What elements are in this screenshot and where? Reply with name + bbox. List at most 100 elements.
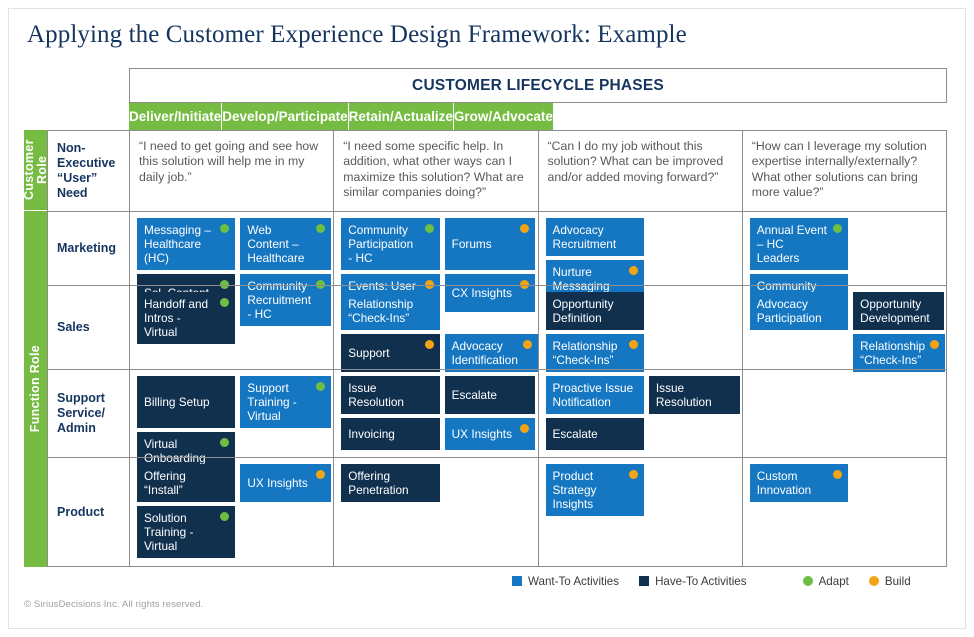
activity-cell: Offering “Install” UX Insights Solution Tr… [130, 458, 335, 566]
activity-chip[interactable]: UX Insights [444, 418, 536, 450]
adapt-dot-icon [424, 224, 434, 233]
adapt-dot-icon [220, 298, 230, 307]
legend-item-label: Have-To Activities [655, 574, 747, 588]
activity-chip[interactable]: Advocacy Identification [444, 334, 538, 372]
adapt-dot-icon [833, 224, 843, 233]
chip-row: Relationship “Check-Ins” [545, 334, 735, 372]
activity-chip-label: Issue Resolution [348, 381, 404, 409]
activity-chip-label: Offering Penetration [348, 469, 409, 497]
chip-stack: Opportunity Definition Relationship “Chec… [545, 292, 735, 372]
activity-chip[interactable]: Offering “Install” [137, 464, 236, 502]
row-label: Marketing [48, 212, 130, 285]
activity-chip[interactable]: Product Strategy Insights [545, 464, 644, 516]
activity-chip[interactable]: Support [341, 334, 440, 372]
activity-chip[interactable]: Annual Event – HC Leaders [749, 218, 849, 270]
build-dot-icon [520, 424, 530, 433]
activity-chip[interactable]: Solution Training - Virtual [137, 506, 236, 558]
build-dot-icon [522, 340, 532, 349]
activity-chip[interactable]: Proactive Issue Notification [545, 376, 644, 414]
activity-cell: Advocacy Participation Opportunity Develo… [743, 286, 947, 372]
activity-cell: Issue Resolution Escalate Invoicing UX Insi… [334, 370, 539, 457]
phase-header-label: Develop/Participate [222, 109, 348, 124]
activity-chip[interactable]: Issue Resolution [341, 376, 440, 414]
activity-cell: Offering Penetration [334, 458, 539, 566]
legend-item-label: Adapt [818, 574, 849, 588]
activity-chip-label: Relationship “Check-Ins” [348, 297, 414, 325]
chip-row: Relationship “Check-Ins” [341, 292, 530, 330]
chip-stack: Handoff and Intros - Virtual [137, 292, 326, 364]
customer-need-cell: “Can I do my job without this solution? … [539, 131, 743, 211]
matrix-row: Non-Executive “User” Need “I need to get … [47, 130, 947, 211]
activity-chip[interactable]: Billing Setup [137, 376, 236, 428]
adapt-dot-icon [220, 438, 230, 447]
phase-header-4: Grow/Advocate [453, 103, 553, 130]
activity-chip[interactable]: Invoicing [341, 418, 440, 450]
want-swatch-icon [512, 576, 522, 586]
activity-chip-label: Escalate [552, 427, 598, 441]
phase-header-row: Deliver/Initiate Develop/Participate Retai… [129, 103, 947, 130]
chip-stack [750, 376, 939, 452]
build-swatch-icon [868, 576, 879, 586]
activity-chip-label: Relationship “Check-Ins” [552, 339, 618, 367]
activity-cell: Advocacy Recruitment Nurture Messaging [539, 212, 743, 298]
activity-chip-label: Advocacy Identification [451, 339, 518, 367]
chip-row: Offering Penetration [341, 464, 530, 502]
build-dot-icon [833, 470, 843, 479]
activity-chip-label: UX Insights [247, 476, 308, 490]
activity-chip-label: Relationship “Check-Ins” [860, 339, 926, 367]
activity-chip-label: Handoff and Intros - Virtual [144, 297, 209, 339]
activity-chip[interactable]: UX Insights [240, 464, 332, 502]
activity-chip[interactable]: Forums [444, 218, 536, 270]
activity-chip[interactable]: Messaging – Healthcare (HC) [137, 218, 236, 270]
chip-stack: Offering Penetration [341, 464, 530, 561]
activity-chip[interactable]: Escalate [545, 418, 644, 450]
activity-chip[interactable]: Support Training - Virtual [240, 376, 332, 428]
matrix-row: Sales Handoff and Intros - Virtual Relatio… [47, 285, 947, 372]
role-bar-customer: Customer Role [22, 130, 49, 210]
activity-cell: Community Participation - HC Forums Events… [334, 212, 539, 312]
activity-chip[interactable]: Issue Resolution [648, 376, 740, 414]
activity-chip[interactable]: Opportunity Definition [545, 292, 644, 330]
have-swatch-icon [639, 576, 650, 586]
chip-stack: Billing Setup Support Training - Virtual V… [137, 376, 332, 470]
activity-chip[interactable]: Advocacy Recruitment [545, 218, 644, 256]
chip-row: Invoicing UX Insights [341, 418, 536, 450]
activity-chip[interactable]: Relationship “Check-Ins” [853, 334, 946, 372]
phase-header-label: Retain/Actualize [348, 109, 453, 124]
chip-row: Product Strategy Insights [545, 464, 735, 516]
chip-row: Messaging – Healthcare (HC) Web Content –… [137, 218, 332, 270]
legend-item-have: Have-To Activities [639, 575, 747, 588]
matrix-row: Support Service/ Admin Billing Setup Suppo… [47, 369, 947, 470]
activity-cell: Proactive Issue Notification Issue Resolu… [539, 370, 743, 457]
activity-chip[interactable]: Opportunity Development [853, 292, 944, 330]
lifecycle-banner: CUSTOMER LIFECYCLE PHASES [129, 68, 947, 103]
chip-row: Proactive Issue Notification Issue Resolu… [545, 376, 740, 414]
activity-cell: Annual Event – HC LeadersCommunity Moder… [743, 212, 947, 312]
chip-stack: Advocacy Participation Opportunity Develo… [749, 292, 946, 372]
activity-chip-label: Offering “Install” [144, 469, 186, 497]
chip-stack: Custom Innovation [749, 464, 939, 561]
activity-chip[interactable]: Web Content – Healthcare [240, 218, 332, 270]
build-dot-icon [628, 470, 638, 479]
activity-chip-label: Forums [451, 237, 492, 251]
chip-row: Custom Innovation [749, 464, 939, 502]
activity-chip[interactable]: Advocacy Participation [749, 292, 849, 330]
activity-chip-label: Escalate [451, 388, 497, 402]
activity-chip-label: Messaging – Healthcare (HC) [144, 223, 211, 265]
activity-chip[interactable]: Offering Penetration [341, 464, 440, 502]
activity-chip[interactable]: Custom Innovation [749, 464, 849, 502]
activity-cell: Messaging – Healthcare (HC) Web Content –… [130, 212, 335, 326]
activity-cell: Billing Setup Support Training - Virtual V… [130, 370, 335, 470]
activity-chip[interactable]: Relationship “Check-Ins” [545, 334, 644, 372]
activity-chip[interactable]: Community Participation - HC [341, 218, 440, 270]
activity-chip[interactable]: Relationship “Check-Ins” [341, 292, 440, 330]
chip-row: Relationship “Check-Ins” [750, 334, 946, 372]
legend-item-adapt: Adapt [802, 574, 849, 588]
activity-chip-label: Opportunity Development [860, 297, 930, 325]
activity-chip[interactable]: Escalate [444, 376, 536, 414]
activity-chip-label: Web Content – Healthcare [247, 223, 305, 265]
activity-chip-label: Custom Innovation [756, 469, 812, 497]
adapt-dot-icon [220, 224, 230, 233]
chip-row: Advocacy Recruitment [545, 218, 735, 256]
activity-chip[interactable]: Handoff and Intros - Virtual [137, 292, 236, 344]
